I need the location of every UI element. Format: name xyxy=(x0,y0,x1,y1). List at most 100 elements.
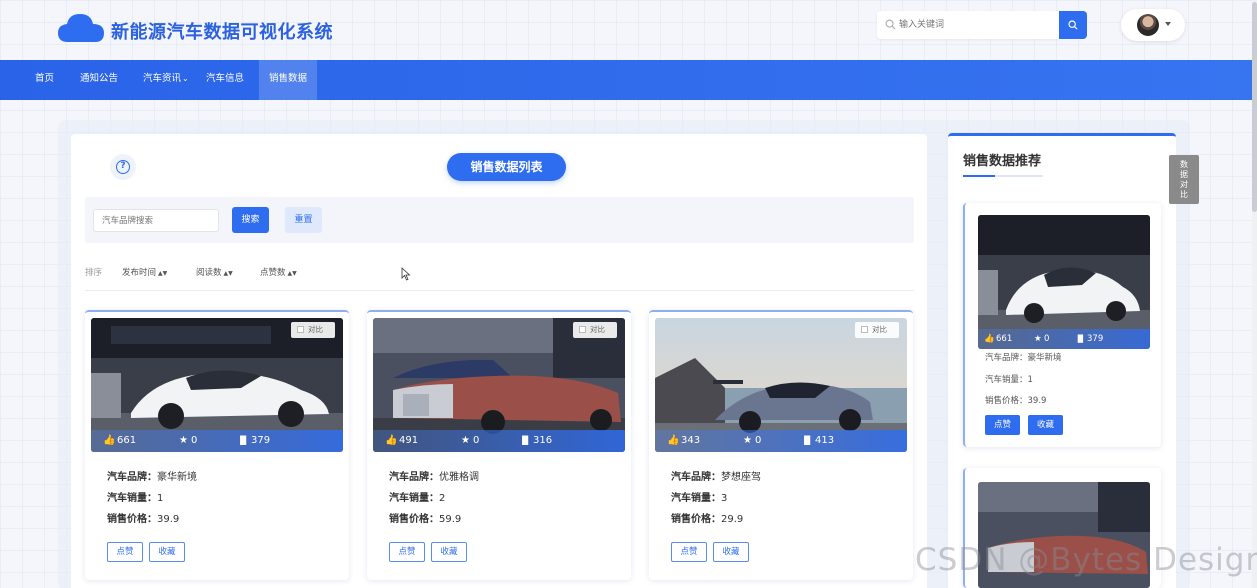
price-line: 销售价格：39.9 xyxy=(985,396,1047,406)
like-count: 343 xyxy=(681,435,701,446)
compare-checkbox[interactable]: 对比 xyxy=(855,322,899,338)
checkbox-icon xyxy=(861,326,868,333)
cloud-icon xyxy=(58,14,104,42)
sales-card[interactable]: 对比 👍 661 ★ 0 ▐▌ 379 汽车品牌：豪华新境 汽车销量：1 销售价格：3… xyxy=(85,310,349,580)
card-stats: 👍 343 ★ 0 ▐▌ 413 xyxy=(655,430,907,452)
chevron-down-icon: ⌄ xyxy=(182,74,189,83)
brand-row: 汽车品牌：豪华新境 xyxy=(107,468,197,483)
reset-button[interactable]: 重置 xyxy=(285,207,322,233)
star-icon: ★ xyxy=(461,435,470,446)
sort-option-label: 阅读数 xyxy=(196,268,222,278)
sort-by-reads[interactable]: 阅读数 ▲▼ xyxy=(196,266,233,278)
data-compare-tab[interactable]: 数据对比 xyxy=(1169,155,1199,204)
like-icon: 👍 xyxy=(385,435,398,446)
favorite-count: 0 xyxy=(473,435,480,446)
help-button[interactable]: ? xyxy=(110,154,136,180)
search-icon xyxy=(1068,20,1078,30)
favorite-button[interactable]: 收藏 xyxy=(431,542,467,562)
card-stats: 👍 661 ★ 0 ▐▌ 379 xyxy=(978,329,1150,349)
compare-checkbox[interactable]: 对比 xyxy=(573,322,617,338)
nav-item-label: 汽车资讯 xyxy=(143,73,182,84)
star-icon: ★ xyxy=(179,435,188,446)
avatar[interactable] xyxy=(1137,14,1159,36)
like-count: 491 xyxy=(399,435,419,446)
car-image[interactable]: 对比 👍 343 ★ 0 ▐▌ 413 xyxy=(655,318,907,452)
sales-value: 1 xyxy=(157,493,164,504)
like-count: 661 xyxy=(996,334,1013,344)
card-stats: 👍 491 ★ 0 ▐▌ 316 xyxy=(373,430,625,452)
views-icon: ▐▌ xyxy=(519,436,532,445)
brand-value: 梦想座驾 xyxy=(721,472,761,483)
brand-row: 汽车品牌：优雅格调 xyxy=(389,468,479,483)
price-row: 销售价格：39.9 xyxy=(107,510,179,525)
like-button[interactable]: 点赞 xyxy=(107,542,143,562)
sort-by-publish-time[interactable]: 发布时间 ▲▼ xyxy=(122,266,167,278)
views-icon: ▐▌ xyxy=(237,436,250,445)
compare-label: 对比 xyxy=(872,325,887,334)
brand-search-input[interactable] xyxy=(93,209,219,232)
star-icon: ★ xyxy=(743,435,752,446)
like-button[interactable]: 点赞 xyxy=(985,415,1020,435)
card-stats: 👍 661 ★ 0 ▐▌ 379 xyxy=(91,430,343,452)
search-button[interactable]: 搜索 xyxy=(232,207,269,233)
like-icon: 👍 xyxy=(103,435,116,446)
sales-line: 汽车销量：1 xyxy=(985,375,1033,385)
sales-row: 汽车销量：2 xyxy=(389,489,445,504)
user-menu[interactable] xyxy=(1121,9,1185,41)
header-search-input[interactable] xyxy=(899,17,1049,33)
sales-value: 3 xyxy=(721,493,728,504)
price-row: 销售价格：29.9 xyxy=(671,510,743,525)
car-image[interactable]: 对比 👍 661 ★ 0 ▐▌ 379 xyxy=(91,318,343,452)
title-underline xyxy=(963,175,1043,177)
car-image[interactable]: 对比 👍 491 ★ 0 ▐▌ 316 xyxy=(373,318,625,452)
nav-item-car-news[interactable]: 汽车资讯⌄ xyxy=(143,60,189,100)
divider xyxy=(85,290,914,291)
like-button[interactable]: 点赞 xyxy=(671,542,707,562)
sales-card[interactable]: 对比 👍 491 ★ 0 ▐▌ 316 汽车品牌：优雅格调 汽车销量：2 销售价格：5… xyxy=(367,310,631,580)
views-count: 379 xyxy=(1087,334,1104,344)
price-row: 销售价格：59.9 xyxy=(389,510,461,525)
views-count: 413 xyxy=(815,435,835,446)
compare-label: 对比 xyxy=(308,325,323,334)
header-search[interactable] xyxy=(877,11,1059,39)
like-icon: 👍 xyxy=(984,334,995,344)
sort-by-likes[interactable]: 点赞数 ▲▼ xyxy=(260,266,297,278)
views-count: 379 xyxy=(251,435,271,446)
price-value: 39.9 xyxy=(157,514,180,525)
sales-card[interactable]: 对比 👍 343 ★ 0 ▐▌ 413 汽车品牌：梦想座驾 汽车销量：3 销售价格：2… xyxy=(649,310,913,580)
question-icon: ? xyxy=(116,160,130,174)
price-value: 59.9 xyxy=(439,514,462,525)
price-label: 销售价格： xyxy=(107,514,157,525)
sort-arrows-icon: ▲▼ xyxy=(158,270,168,277)
checkbox-icon xyxy=(579,326,586,333)
page-title: 销售数据列表 xyxy=(447,153,566,181)
car-image[interactable]: 👍 661 ★ 0 ▐▌ 379 xyxy=(978,215,1150,349)
price-label: 销售价格： xyxy=(671,514,721,525)
favorite-button[interactable]: 收藏 xyxy=(149,542,185,562)
scrollbar-thumb[interactable] xyxy=(1252,2,1257,212)
mouse-cursor-icon xyxy=(401,267,411,281)
recommend-card[interactable]: 👍 661 ★ 0 ▐▌ 379 汽车品牌：豪华新境 汽车销量：1 销售价格：39.9… xyxy=(963,203,1161,447)
nav-item-notice[interactable]: 通知公告 xyxy=(80,60,118,100)
nav-item-home[interactable]: 首页 xyxy=(35,60,54,100)
brand-line: 汽车品牌：豪华新境 xyxy=(985,353,1062,363)
like-button[interactable]: 点赞 xyxy=(389,542,425,562)
compare-checkbox[interactable]: 对比 xyxy=(291,322,335,338)
nav-item-car-info[interactable]: 汽车信息 xyxy=(206,60,244,100)
sort-arrows-icon: ▲▼ xyxy=(223,270,233,277)
sales-label: 汽车销量： xyxy=(107,493,157,504)
site-title: 新能源汽车数据可视化系统 xyxy=(111,22,333,43)
favorite-button[interactable]: 收藏 xyxy=(713,542,749,562)
brand-row: 汽车品牌：梦想座驾 xyxy=(671,468,761,483)
sales-label: 汽车销量： xyxy=(389,493,439,504)
sort-arrows-icon: ▲▼ xyxy=(287,270,297,277)
checkbox-icon xyxy=(297,326,304,333)
header-search-button[interactable] xyxy=(1059,11,1087,39)
favorite-count: 0 xyxy=(1044,334,1050,344)
favorite-button[interactable]: 收藏 xyxy=(1028,415,1063,435)
price-value: 29.9 xyxy=(721,514,744,525)
views-icon: ▐▌ xyxy=(801,436,814,445)
page-scrollbar[interactable] xyxy=(1252,0,1257,588)
brand-label: 汽车品牌： xyxy=(671,472,721,483)
nav-item-sales-data[interactable]: 销售数据 xyxy=(259,60,318,100)
